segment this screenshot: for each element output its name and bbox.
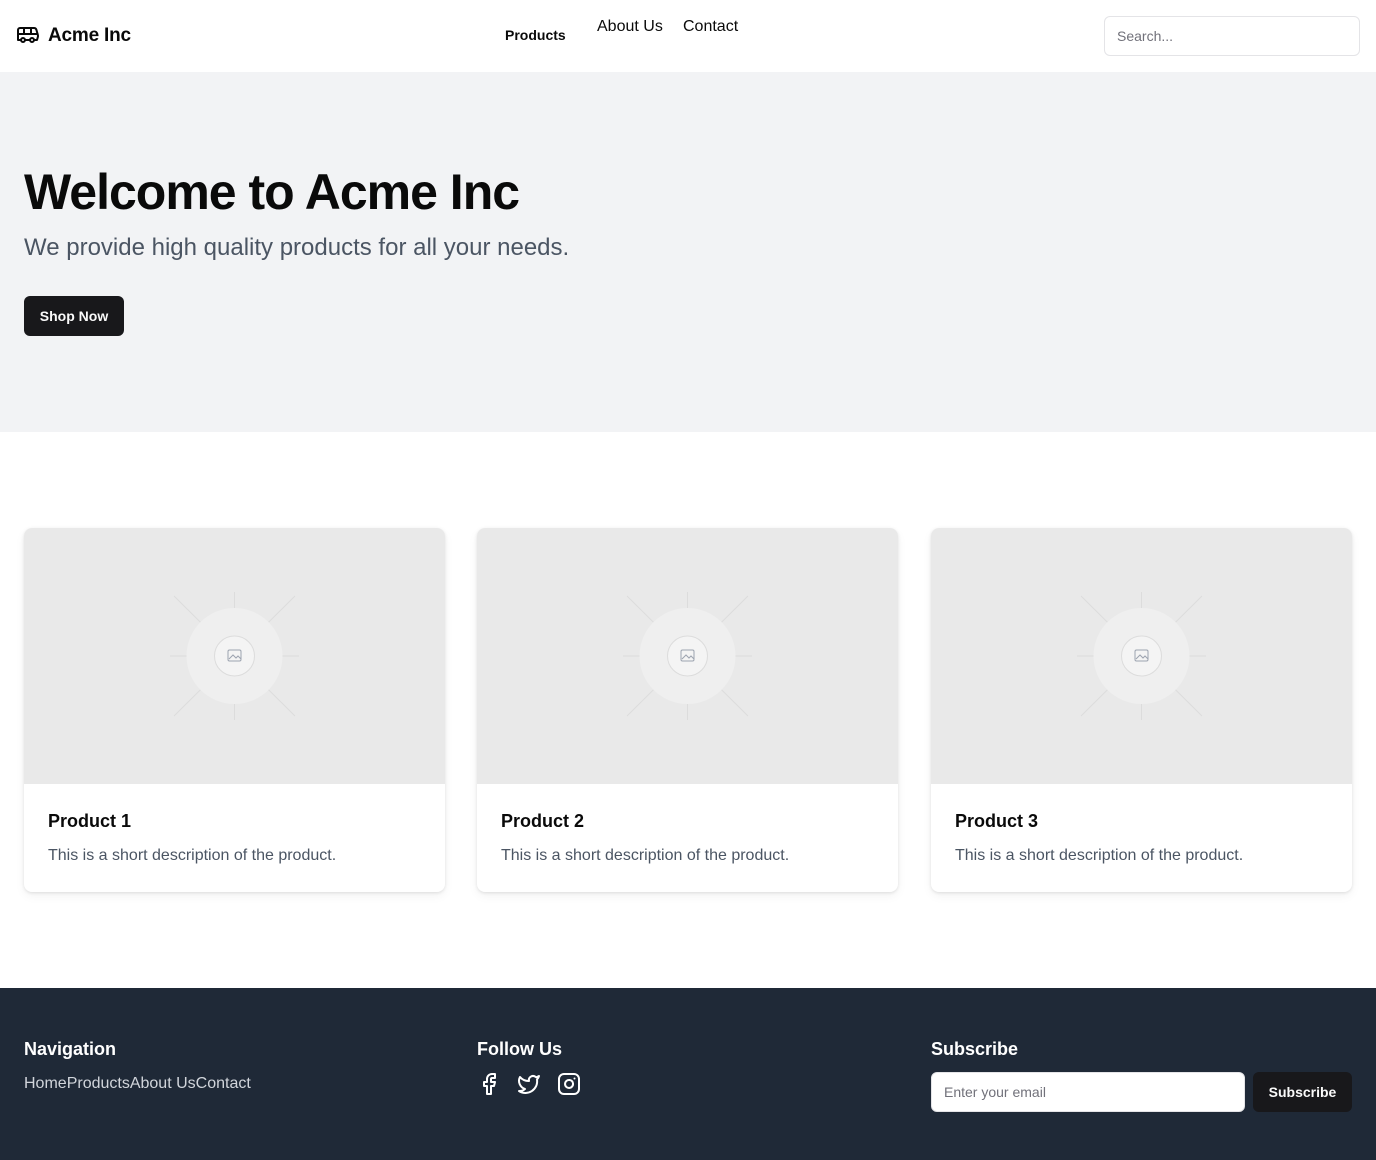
product-title: Product 1	[48, 811, 132, 831]
product-card[interactable]: Product 2 This is a short description of…	[477, 528, 898, 892]
site-header: Acme Inc Products About Us Contact	[0, 0, 1376, 72]
footer-link-about-us[interactable]: About Us	[130, 1075, 196, 1093]
product-image	[931, 528, 1352, 784]
shop-now-button[interactable]: Shop Now	[24, 296, 124, 336]
footer-navigation-links: Home Products About Us Contact	[24, 1075, 251, 1093]
product-description: This is a short description of the produ…	[48, 847, 337, 864]
product-image	[24, 528, 445, 784]
product-description: This is a short description of the produ…	[501, 847, 790, 864]
nav-link-products[interactable]: Products	[505, 27, 566, 43]
footer-navigation-heading: Navigation	[24, 1039, 117, 1059]
site-footer: Navigation Home Products About Us Contac…	[0, 988, 1376, 1160]
footer-link-home[interactable]: Home	[24, 1075, 67, 1093]
brand-name: Acme Inc	[48, 25, 131, 46]
product-title: Product 3	[955, 811, 1039, 831]
footer-link-products[interactable]: Products	[67, 1075, 130, 1093]
facebook-icon[interactable]	[477, 1072, 501, 1096]
hero-title: Welcome to Acme Inc	[24, 164, 520, 220]
image-placeholder-icon	[170, 592, 299, 720]
bus-icon	[16, 22, 40, 51]
twitter-icon[interactable]	[517, 1072, 541, 1096]
subscribe-button[interactable]: Subscribe	[1253, 1072, 1352, 1112]
image-placeholder-icon	[1077, 592, 1206, 720]
product-title: Product 2	[501, 811, 585, 831]
footer-subscribe-heading: Subscribe	[931, 1039, 1019, 1059]
email-field[interactable]	[931, 1072, 1245, 1112]
hero-subtitle: We provide high quality products for all…	[24, 234, 570, 261]
hero-section: Welcome to Acme Inc We provide high qual…	[0, 72, 1376, 432]
image-placeholder-icon	[623, 592, 752, 720]
brand-link[interactable]: Acme Inc	[16, 24, 131, 48]
nav-link-contact[interactable]: Contact	[683, 18, 738, 36]
footer-follow-heading: Follow Us	[477, 1039, 562, 1059]
product-card[interactable]: Product 1 This is a short description of…	[24, 528, 445, 892]
instagram-icon[interactable]	[557, 1072, 581, 1096]
search-input[interactable]	[1104, 16, 1360, 56]
nav-link-about-us[interactable]: About Us	[597, 18, 663, 36]
product-description: This is a short description of the produ…	[955, 847, 1244, 864]
footer-link-contact[interactable]: Contact	[196, 1075, 251, 1093]
product-image	[477, 528, 898, 784]
product-card[interactable]: Product 3 This is a short description of…	[931, 528, 1352, 892]
